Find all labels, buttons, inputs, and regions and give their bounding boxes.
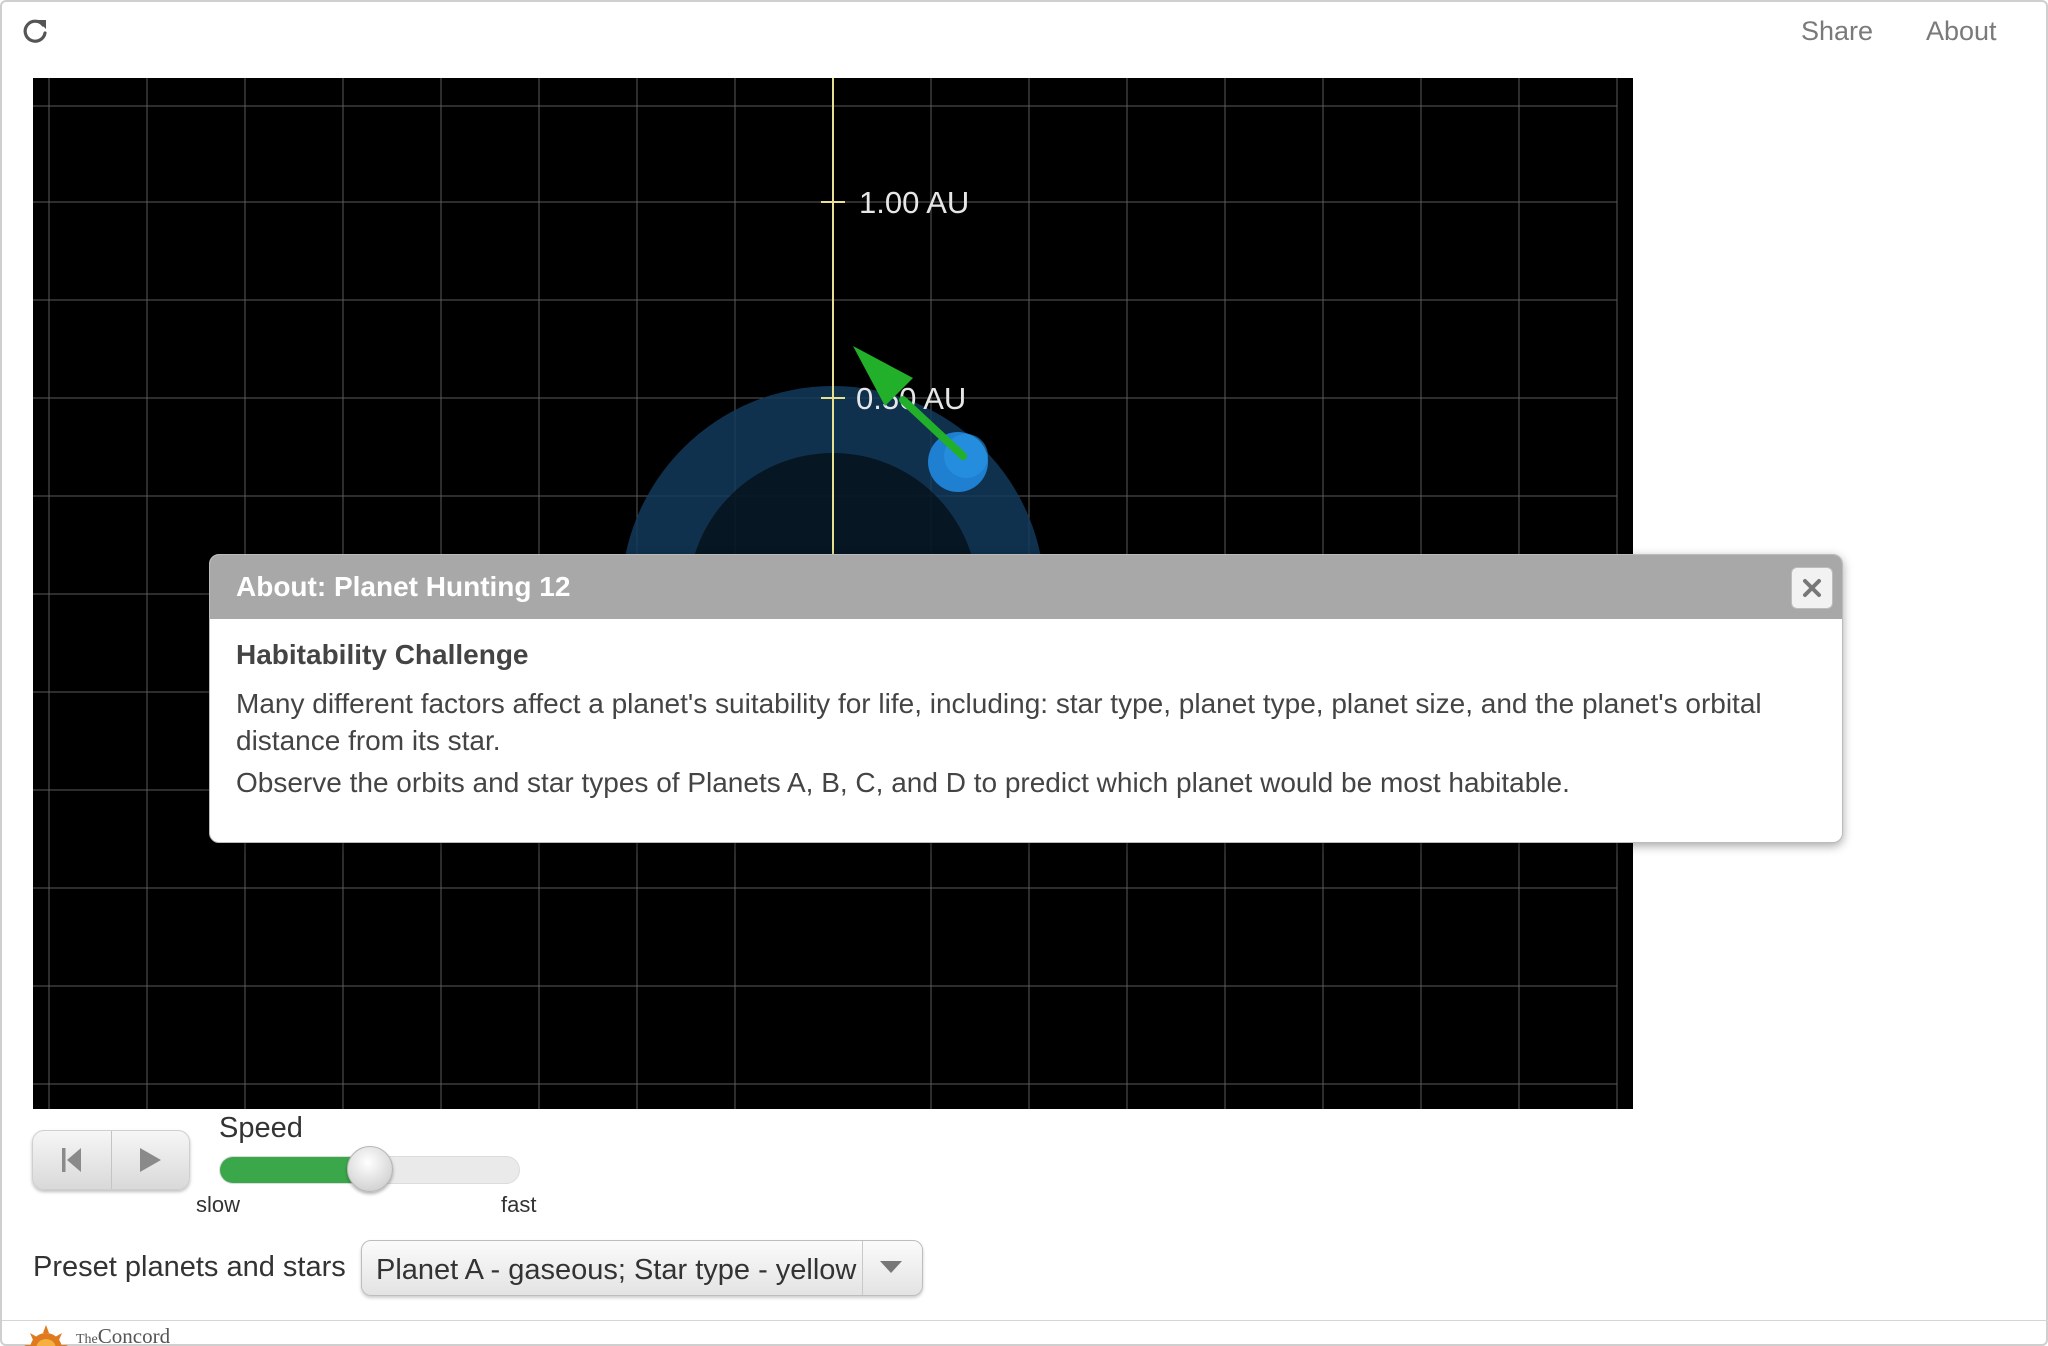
- speed-max-label: fast: [501, 1192, 537, 1217]
- axis-label-1au: 1.00 AU: [859, 185, 969, 220]
- skip-back-icon: [61, 1148, 81, 1172]
- reset-button[interactable]: [33, 1131, 111, 1189]
- preset-selected-value: Planet A - gaseous; Star type - yellow: [376, 1254, 857, 1286]
- speed-slider-handle[interactable]: [346, 1146, 393, 1192]
- play-icon: [140, 1148, 162, 1172]
- preset-dropdown[interactable]: Planet A - gaseous; Star type - yellow: [361, 1240, 923, 1296]
- preset-label: Preset planets and stars: [33, 1251, 346, 1283]
- close-icon: [1803, 579, 1821, 597]
- chevron-down-icon: [880, 1261, 902, 1273]
- playback-controls: [32, 1130, 190, 1190]
- share-link[interactable]: Share: [1801, 16, 1873, 47]
- about-link[interactable]: About: [1926, 16, 1997, 47]
- logo-text: TheConcord: [76, 1324, 171, 1346]
- dropdown-divider: [862, 1241, 863, 1295]
- dialog-paragraph-2: Observe the orbits and star types of Pla…: [236, 767, 1570, 798]
- dialog-paragraph-1: Many different factors affect a planet's…: [236, 688, 1762, 756]
- play-button[interactable]: [110, 1131, 190, 1189]
- dialog-heading: Habitability Challenge: [236, 639, 529, 670]
- about-dialog: About: Planet Hunting 12 Habitability Ch…: [209, 554, 1843, 843]
- dialog-body: Habitability Challenge Many different fa…: [236, 639, 1816, 806]
- footer-divider: [2, 1320, 2048, 1321]
- reload-icon[interactable]: [20, 16, 50, 46]
- close-button[interactable]: [1791, 567, 1833, 609]
- app-frame: Share About 1.00 AU 0.50 AU Speed slow f…: [0, 0, 2048, 1346]
- sun-logo-icon: [24, 1325, 68, 1346]
- dialog-header: About: Planet Hunting 12: [210, 555, 1842, 619]
- dialog-title: About: Planet Hunting 12: [236, 571, 571, 602]
- speed-label: Speed: [219, 1112, 303, 1144]
- speed-min-label: slow: [196, 1192, 241, 1217]
- concord-logo[interactable]: TheConcord: [22, 1324, 170, 1346]
